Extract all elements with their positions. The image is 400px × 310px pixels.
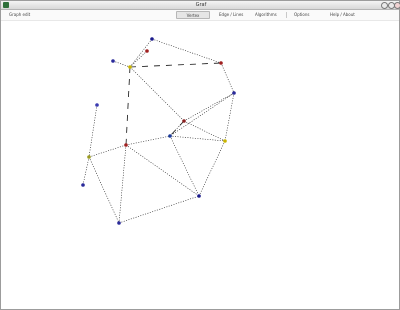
app-window: Graf Graph edit Vertex Edge / Lines Algo… <box>0 0 400 310</box>
toolbar-button-vertex[interactable]: Vertex <box>176 11 210 19</box>
app-icon <box>3 2 9 8</box>
graph-vertex[interactable] <box>182 119 186 123</box>
graph-edge[interactable] <box>129 50 148 68</box>
graph-edge[interactable] <box>129 66 185 122</box>
toolbar-button-edge[interactable]: Edge / Lines <box>217 11 245 19</box>
graph-edge[interactable] <box>169 135 226 142</box>
graph-vertex[interactable] <box>95 103 99 107</box>
window-title: Graf <box>195 2 207 8</box>
graph-edge[interactable] <box>169 92 235 137</box>
toolbar-button-help[interactable]: Help / About <box>328 11 357 19</box>
vertex-layer <box>81 37 236 225</box>
graph-edge[interactable] <box>125 66 131 146</box>
mode-label: Graph edit <box>9 12 31 17</box>
graph-vertex[interactable] <box>150 37 154 41</box>
graph-edge[interactable] <box>118 195 200 224</box>
graph-edge[interactable] <box>88 104 98 158</box>
toolbar-separator <box>286 12 287 18</box>
graph-edge[interactable] <box>169 135 200 197</box>
graph-edge[interactable] <box>129 62 222 68</box>
close-icon[interactable] <box>394 2 400 9</box>
graph-edge[interactable] <box>129 38 153 68</box>
graph-vertex[interactable] <box>232 91 236 95</box>
title-bar[interactable]: Graf <box>1 1 400 10</box>
graph-vertex[interactable] <box>81 183 85 187</box>
graph-vertex[interactable] <box>117 221 121 225</box>
graph-edge[interactable] <box>82 156 90 186</box>
graph-vertex[interactable] <box>223 139 227 143</box>
graph-vertex[interactable] <box>128 65 132 69</box>
toolbar-button-algorithms[interactable]: Algorithms <box>253 11 279 19</box>
graph-vertex[interactable] <box>124 143 128 147</box>
graph-vertex[interactable] <box>111 59 115 63</box>
graph-vertex[interactable] <box>219 61 223 65</box>
graph-edge[interactable] <box>224 92 235 142</box>
graph-edge[interactable] <box>220 62 235 94</box>
graph-edge[interactable] <box>125 144 200 197</box>
toolbar-button-options[interactable]: Options <box>292 11 311 19</box>
graph-edge[interactable] <box>112 60 131 68</box>
edge-layer <box>82 38 235 224</box>
minimize-icon[interactable] <box>381 2 388 9</box>
graph-edge[interactable] <box>198 140 226 197</box>
graph-canvas[interactable] <box>1 21 399 309</box>
graph-vertex[interactable] <box>168 134 172 138</box>
graph-edge[interactable] <box>118 144 127 224</box>
toolbar: Graph edit Vertex Edge / Lines Algorithm… <box>1 10 399 21</box>
graph-edge[interactable] <box>183 92 235 122</box>
graph-vertex[interactable] <box>87 155 91 159</box>
graph-edge[interactable] <box>151 38 222 64</box>
graph-edge[interactable] <box>125 135 171 146</box>
graph-vertex[interactable] <box>145 49 149 53</box>
graph-vertex[interactable] <box>197 194 201 198</box>
graph-edge[interactable] <box>88 144 127 158</box>
graph-edge[interactable] <box>88 156 120 224</box>
